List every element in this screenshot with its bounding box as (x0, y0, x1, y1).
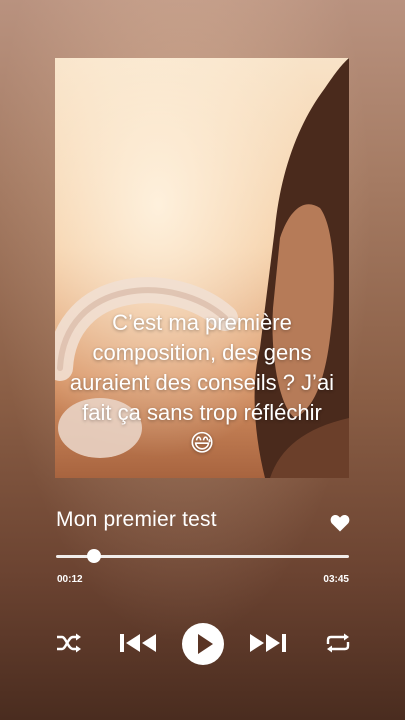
post-caption: C’est ma première composition, des gens … (55, 308, 349, 458)
sweat-smile-emoji: 😅 (189, 429, 215, 457)
heart-icon[interactable] (330, 514, 350, 532)
repeat-icon[interactable] (324, 632, 352, 654)
elapsed-time: 00:12 (57, 574, 83, 585)
progress-knob[interactable] (87, 549, 102, 563)
previous-icon[interactable] (118, 632, 158, 654)
play-button[interactable] (181, 622, 225, 666)
song-title: Mon premier test (56, 508, 217, 531)
shuffle-icon[interactable] (55, 632, 83, 654)
caption-line: C’est ma première (112, 310, 292, 335)
caption-line: auraient des conseils ? J’ai (69, 370, 335, 395)
caption-line: fait ça sans trop réfléchir (82, 400, 322, 425)
total-time: 03:45 (323, 574, 349, 585)
caption-line: composition, des gens (92, 340, 312, 365)
next-icon[interactable] (248, 632, 288, 654)
